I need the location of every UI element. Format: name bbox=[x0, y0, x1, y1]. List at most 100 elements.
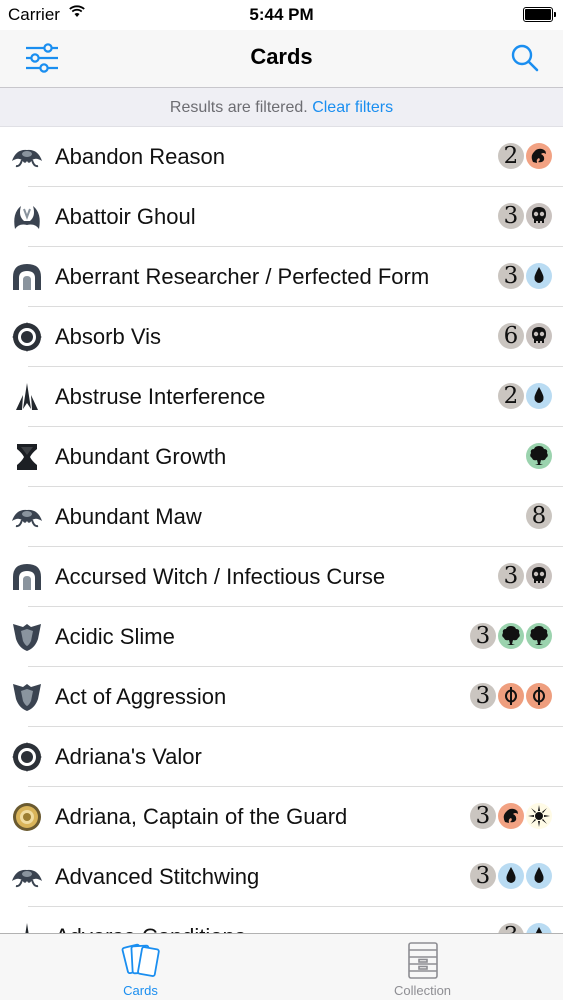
generic-mana-icon: 3 bbox=[470, 863, 496, 889]
generic-mana-icon: 3 bbox=[498, 923, 524, 933]
tab-collection[interactable]: Collection bbox=[282, 934, 563, 1001]
search-icon[interactable] bbox=[509, 42, 541, 74]
hourglass-set-icon bbox=[10, 441, 44, 473]
mana-cost bbox=[526, 443, 552, 469]
card-row[interactable]: Abundant Maw 8 bbox=[0, 487, 563, 547]
card-name: Abattoir Ghoul bbox=[55, 204, 196, 229]
blue-mana-icon bbox=[526, 263, 552, 289]
blue-mana-icon bbox=[526, 863, 552, 889]
card-row[interactable]: Abundant Growth bbox=[0, 427, 563, 487]
green-mana-icon bbox=[498, 623, 524, 649]
generic-mana-icon: 3 bbox=[470, 683, 496, 709]
shield-set-icon bbox=[10, 681, 44, 713]
tentacle-set-icon bbox=[10, 861, 44, 893]
page-title: Cards bbox=[250, 44, 313, 69]
generic-mana-icon: 8 bbox=[526, 503, 552, 529]
generic-mana-icon: 3 bbox=[470, 623, 496, 649]
tentacle-set-icon bbox=[10, 141, 44, 173]
card-name: Abstruse Interference bbox=[55, 384, 266, 409]
tab-cards-label: Cards bbox=[123, 983, 158, 998]
mana-cost: 3 bbox=[470, 863, 552, 889]
card-row[interactable]: Advanced Stitchwing 3 bbox=[0, 847, 563, 907]
card-name: Abundant Growth bbox=[55, 444, 227, 469]
filter-status-text: Results are filtered. bbox=[169, 99, 308, 116]
red-mana-icon bbox=[498, 803, 524, 829]
generic-mana-icon: 3 bbox=[498, 563, 524, 589]
generic-mana-icon: 2 bbox=[498, 143, 524, 169]
black-mana-icon bbox=[526, 323, 552, 349]
tab-collection-label: Collection bbox=[393, 983, 452, 998]
orb-set-icon bbox=[10, 741, 44, 773]
tab-cards[interactable]: Cards bbox=[0, 934, 281, 1001]
generic-mana-icon: 3 bbox=[470, 803, 496, 829]
card-list: Abandon Reason 2 Abattoir Ghoul 3 Aberrant R… bbox=[0, 127, 563, 933]
card-name: Accursed Witch / Infectious Curse bbox=[55, 564, 386, 589]
generic-mana-icon: 2 bbox=[498, 383, 524, 409]
card-row[interactable]: Accursed Witch / Infectious Curse 3 bbox=[0, 547, 563, 607]
shield-set-icon bbox=[10, 621, 44, 653]
cabinet-icon bbox=[407, 942, 438, 979]
cards-icon bbox=[121, 943, 160, 977]
clock: 5:44 PM bbox=[249, 5, 314, 24]
card-row[interactable]: Adverse Conditions 3 bbox=[0, 907, 563, 933]
mana-cost: 3 bbox=[498, 563, 552, 589]
card-name: Adriana, Captain of the Guard bbox=[55, 804, 348, 829]
white-mana-icon bbox=[526, 803, 552, 829]
mana-cost: 3 bbox=[498, 203, 552, 229]
tab-bar: Cards Collection bbox=[0, 933, 563, 1000]
card-name: Abundant Maw bbox=[55, 504, 202, 529]
green-mana-icon bbox=[526, 443, 552, 469]
clear-filters-link[interactable]: Clear filters bbox=[312, 99, 393, 116]
card-row[interactable]: Adriana, Captain of the Guard 3 bbox=[0, 787, 563, 847]
card-name: Abandon Reason bbox=[55, 144, 226, 169]
spire-set-icon bbox=[10, 381, 44, 413]
card-row[interactable]: Abstruse Interference 2 bbox=[0, 367, 563, 427]
card-name: Adverse Conditions bbox=[55, 907, 246, 933]
card-row[interactable]: Abandon Reason 2 bbox=[0, 127, 563, 187]
mana-cost: 2 bbox=[498, 143, 552, 169]
red-mana-icon bbox=[526, 143, 552, 169]
gold-orb-set-icon bbox=[10, 801, 44, 833]
mana-cost: 3 bbox=[470, 623, 552, 649]
phyrexian-red-mana-icon bbox=[526, 683, 552, 709]
black-mana-icon bbox=[526, 203, 552, 229]
card-name: Absorb Vis bbox=[55, 324, 161, 349]
card-row[interactable]: Abattoir Ghoul 3 bbox=[0, 187, 563, 247]
card-row[interactable]: Acidic Slime 3 bbox=[0, 607, 563, 667]
arch-set-icon bbox=[10, 561, 44, 593]
card-name: Aberrant Researcher / Perfected Form bbox=[55, 264, 430, 289]
mana-cost: 6 bbox=[498, 323, 552, 349]
card-name: Advanced Stitchwing bbox=[55, 864, 260, 889]
mana-cost: 2 bbox=[498, 383, 552, 409]
blue-mana-icon bbox=[526, 383, 552, 409]
navigation-bar: Cards bbox=[0, 30, 563, 87]
mana-cost: 3 bbox=[498, 923, 552, 933]
card-row[interactable]: Adriana's Valor bbox=[0, 727, 563, 787]
green-mana-icon bbox=[526, 623, 552, 649]
blue-mana-icon bbox=[498, 863, 524, 889]
card-row[interactable]: Absorb Vis 6 bbox=[0, 307, 563, 367]
mana-cost: 3 bbox=[498, 263, 552, 289]
phyrexian-red-mana-icon bbox=[498, 683, 524, 709]
orb-set-icon bbox=[10, 321, 44, 353]
mana-cost: 8 bbox=[526, 503, 552, 529]
card-row[interactable]: Act of Aggression 3 bbox=[0, 667, 563, 727]
arch-set-icon bbox=[10, 261, 44, 293]
card-name: Acidic Slime bbox=[55, 624, 175, 649]
blue-mana-icon bbox=[526, 923, 552, 933]
tentacle-set-icon bbox=[10, 501, 44, 533]
black-mana-icon bbox=[526, 563, 552, 589]
spire-set-icon bbox=[10, 921, 44, 933]
status-bar: Carrier 5:44 PM bbox=[0, 0, 563, 30]
filter-banner: Results are filtered. Clear filters bbox=[0, 87, 563, 127]
generic-mana-icon: 3 bbox=[498, 263, 524, 289]
mana-cost: 3 bbox=[470, 803, 552, 829]
crescent-set-icon bbox=[10, 201, 44, 233]
generic-mana-icon: 6 bbox=[498, 323, 524, 349]
battery-icon bbox=[523, 7, 556, 22]
card-row[interactable]: Aberrant Researcher / Perfected Form 3 bbox=[0, 247, 563, 307]
mana-cost: 3 bbox=[470, 683, 552, 709]
card-name: Act of Aggression bbox=[55, 684, 227, 709]
card-name: Adriana's Valor bbox=[55, 744, 202, 769]
generic-mana-icon: 3 bbox=[498, 203, 524, 229]
